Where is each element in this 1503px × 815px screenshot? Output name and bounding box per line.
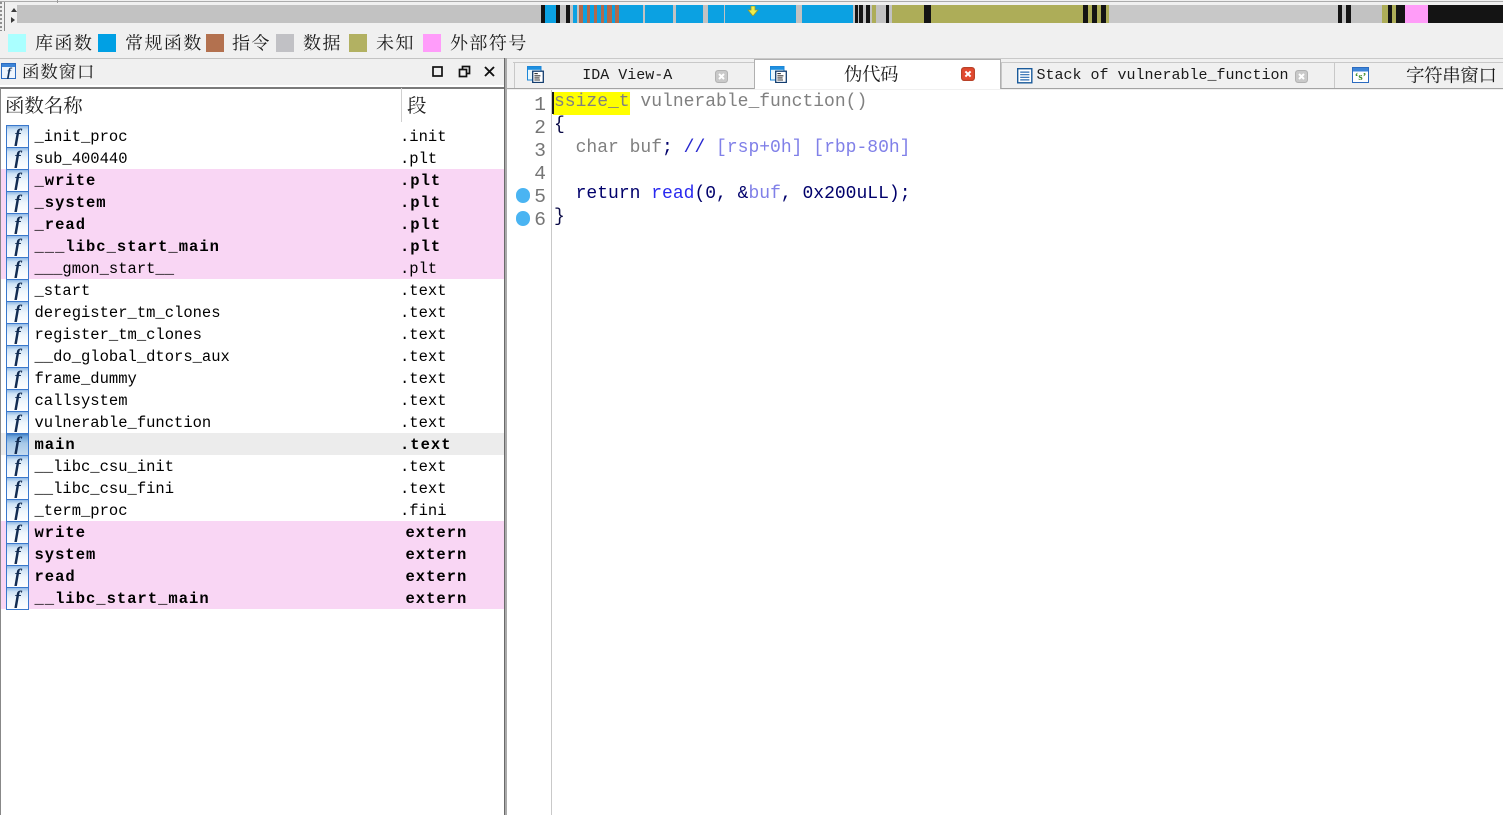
svg-text:‘s’: ‘s’ (1354, 71, 1366, 83)
